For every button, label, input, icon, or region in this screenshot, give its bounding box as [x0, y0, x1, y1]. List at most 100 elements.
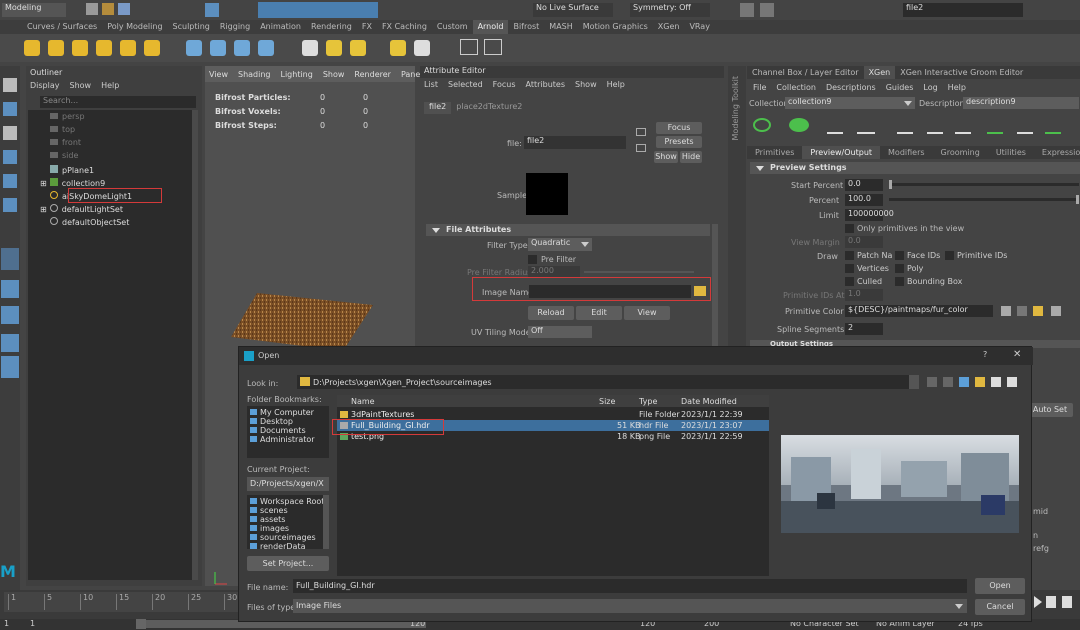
set-project-button[interactable]: Set Project... [247, 556, 329, 571]
save-scene-icon[interactable] [118, 3, 130, 15]
new-scene-icon[interactable] [86, 3, 98, 15]
menu-help[interactable]: Help [607, 80, 625, 89]
output-connection-icon[interactable] [636, 144, 646, 152]
range-handle[interactable] [136, 619, 146, 629]
layout-icon[interactable] [1, 248, 19, 270]
start-frame[interactable]: 1 [4, 619, 9, 628]
menu-view[interactable]: View [209, 70, 228, 79]
outliner-item-defaultlightset[interactable]: ⊞ defaultLightSet [40, 204, 123, 214]
light-editor-icon[interactable] [350, 40, 366, 56]
play-forward-icon[interactable] [1034, 596, 1042, 608]
files-of-type-dropdown[interactable]: Image Files [293, 599, 967, 613]
edit-button[interactable]: Edit [576, 306, 622, 320]
project-folder-item[interactable]: renderData [250, 542, 306, 549]
folder-icon[interactable] [1033, 306, 1043, 316]
filter-type-dropdown[interactable]: Quadratic [528, 238, 592, 251]
shelf-tab-rigging[interactable]: Rigging [215, 20, 255, 34]
physical-sky-icon[interactable] [144, 40, 160, 56]
focus-button[interactable]: Focus [656, 122, 702, 134]
primitive-ids-field[interactable]: 1.0 [845, 289, 883, 301]
mesh-light-icon[interactable] [120, 40, 136, 56]
lasso-icon[interactable] [3, 102, 17, 116]
presets-button[interactable]: Presets [656, 136, 702, 148]
project-folder-item[interactable]: Workspace Root [250, 497, 324, 506]
sky-light-icon[interactable] [24, 40, 40, 56]
show-button[interactable]: Show [654, 151, 678, 163]
paint-select-icon[interactable] [3, 126, 17, 140]
eye-icon[interactable] [460, 39, 478, 55]
slider-handle[interactable] [889, 180, 892, 189]
subtab-expressions[interactable]: Expressions [1034, 146, 1080, 159]
outliner-item-defaultobjectset[interactable]: defaultObjectSet [50, 217, 129, 227]
outliner-item-collection9[interactable]: ⊞ collection9 [40, 178, 105, 188]
project-folder-item[interactable]: assets [250, 515, 285, 524]
list-view-icon[interactable] [991, 377, 1001, 387]
menu-collection[interactable]: Collection [776, 83, 816, 92]
outliner-item-front[interactable]: front [50, 138, 81, 147]
standin-icon[interactable] [186, 40, 202, 56]
draw-option[interactable]: Patch Na [845, 251, 892, 260]
shelf-tab-fx[interactable]: FX [357, 20, 377, 34]
modeling-toolkit-strip[interactable]: Modeling Toolkit [728, 66, 746, 346]
attribute-editor-scrollbar[interactable] [712, 224, 718, 350]
pre-filter-checkbox[interactable] [528, 255, 537, 264]
tab-channel-box[interactable]: Channel Box / Layer Editor [747, 66, 864, 79]
symmetry-field[interactable]: Symmetry: Off [630, 3, 710, 17]
subtab-utilities[interactable]: Utilities [988, 146, 1034, 159]
four-pane-icon[interactable] [1, 306, 19, 324]
pre-filter-radius-slider[interactable] [584, 271, 694, 273]
view-button[interactable]: View [624, 306, 670, 320]
help-icon[interactable]: ? [983, 350, 987, 359]
checkbox[interactable] [845, 264, 854, 273]
open-scene-icon[interactable] [102, 3, 114, 15]
draw-option[interactable]: Culled [845, 277, 882, 286]
menu-help[interactable]: Help [101, 81, 119, 90]
range-start[interactable]: 1 [30, 619, 35, 628]
guide-length-icon[interactable] [987, 116, 1003, 134]
photometric-light-icon[interactable] [96, 40, 112, 56]
menu-help[interactable]: Help [948, 83, 966, 92]
outliner-layout-icon[interactable] [1, 356, 19, 378]
tab-file2[interactable]: file2 [424, 102, 452, 114]
menu-selected[interactable]: Selected [448, 80, 483, 89]
project-folder-item[interactable]: sourceimages [250, 533, 316, 542]
parent-directory-icon[interactable] [959, 377, 969, 387]
limit-field[interactable]: 100000000 [845, 209, 894, 221]
menu-show[interactable]: Show [575, 80, 597, 89]
percent-slider[interactable] [889, 195, 1079, 204]
checkbox[interactable] [845, 251, 854, 260]
shelf-tab-vray[interactable]: VRay [684, 20, 715, 34]
outliner-item-side[interactable]: side [50, 151, 78, 160]
forward-icon[interactable] [943, 377, 953, 387]
bookmark-item[interactable]: Desktop [250, 417, 293, 426]
file-node-name-field[interactable]: file2 [524, 136, 626, 149]
preview-settings-section[interactable]: Preview Settings [750, 162, 1080, 174]
bookmark-item[interactable]: Administrator [250, 435, 315, 444]
menu-shading[interactable]: Shading [238, 70, 271, 79]
outliner-search[interactable]: Search... [40, 96, 196, 108]
shelf-tab-xgen[interactable]: XGen [653, 20, 685, 34]
uv-tiling-dropdown[interactable]: Off [528, 326, 592, 338]
view-margin-field[interactable]: 0.0 [845, 236, 883, 248]
tx-manager-icon[interactable] [302, 40, 318, 56]
ipr-icon[interactable] [760, 3, 774, 17]
project-folder-item[interactable]: scenes [250, 506, 288, 515]
ipr-render-icon[interactable] [414, 40, 430, 56]
rotate-icon[interactable] [3, 174, 17, 188]
bend-icon[interactable] [1017, 116, 1033, 134]
shelf-tab-animation[interactable]: Animation [255, 20, 306, 34]
look-in-dropdown[interactable]: D:\Projects\xgen\Xgen_Project\sourceimag… [297, 375, 919, 389]
back-icon[interactable] [927, 377, 937, 387]
select-arrow-icon[interactable] [3, 78, 17, 92]
density-icon[interactable] [789, 118, 809, 132]
shelf-tab-poly-modeling[interactable]: Poly Modeling [102, 20, 167, 34]
outliner-scrollbar[interactable] [192, 110, 198, 580]
start-percent-slider[interactable] [889, 180, 1079, 189]
shelf-tab-rendering[interactable]: Rendering [306, 20, 357, 34]
shelf-tab-custom[interactable]: Custom [432, 20, 473, 34]
menu-lighting[interactable]: Lighting [280, 70, 312, 79]
primitive-color-field[interactable]: ${DESC}/paintmaps/fur_color [845, 305, 993, 317]
draw-option[interactable]: Vertices [845, 264, 889, 273]
auto-set-button[interactable]: Auto Set [1027, 403, 1073, 417]
shelf-tab-bifrost[interactable]: Bifrost [508, 20, 544, 34]
